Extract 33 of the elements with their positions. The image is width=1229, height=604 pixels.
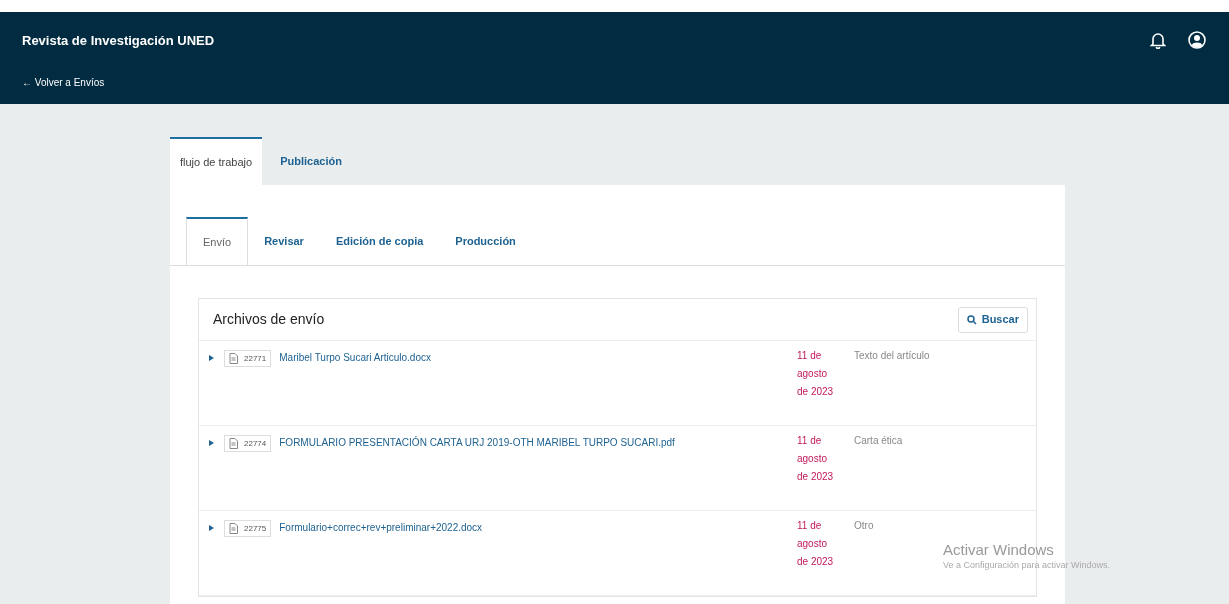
user-avatar-icon[interactable] [1188, 31, 1206, 49]
file-icon [229, 522, 238, 534]
file-id-badge: 22774 [224, 434, 272, 452]
stage-tab[interactable]: Edición de copia [319, 217, 440, 265]
main-tab[interactable]: Publicación [262, 137, 360, 185]
stage-tab[interactable]: Envío [186, 217, 249, 265]
expand-arrow-icon[interactable] [209, 355, 214, 362]
panel-title: Archivos de envío [213, 310, 325, 329]
activation-notice-title: Activar Windows [943, 541, 1055, 559]
file-type: Otro [854, 519, 874, 533]
file-icon [229, 352, 238, 364]
expand-arrow-icon[interactable] [209, 525, 214, 532]
main-tab[interactable]: flujo de trabajo [170, 137, 263, 185]
search-icon [966, 314, 977, 325]
file-icon [229, 437, 238, 449]
file-date: 11 de agosto de 2023 [797, 434, 835, 484]
file-date: 11 de agosto de 2023 [797, 349, 835, 399]
file-id-badge: 22775 [224, 519, 272, 537]
journal-title: Revista de Investigación UNED [22, 32, 215, 50]
file-link[interactable]: Maribel Turpo Sucari Articulo.docx [279, 352, 431, 363]
stage-tab[interactable]: Producción [439, 217, 532, 265]
file-link[interactable]: Formulario+correc+rev+preliminar+2022.docx [279, 522, 483, 533]
file-type: Carta ética [854, 434, 903, 448]
file-type: Texto del artículo [854, 349, 930, 363]
activation-notice-text: Ve a Configuración para activar Windows. [943, 559, 1111, 572]
notification-bell-icon[interactable] [1150, 31, 1166, 49]
back-link[interactable]: ← Volver a Envíos [22, 74, 215, 90]
stage-tab[interactable]: Revisar [248, 217, 320, 265]
file-id-badge: 22771 [224, 349, 272, 367]
file-date: 11 de agosto de 2023 [797, 519, 835, 569]
expand-arrow-icon[interactable] [209, 440, 214, 447]
search-button[interactable]: Buscar [957, 306, 1028, 333]
file-link[interactable]: FORMULARIO PRESENTACIÓN CARTA URJ 2019-OTH MARIBEL TURPO SUCARI.pdf [279, 437, 675, 448]
